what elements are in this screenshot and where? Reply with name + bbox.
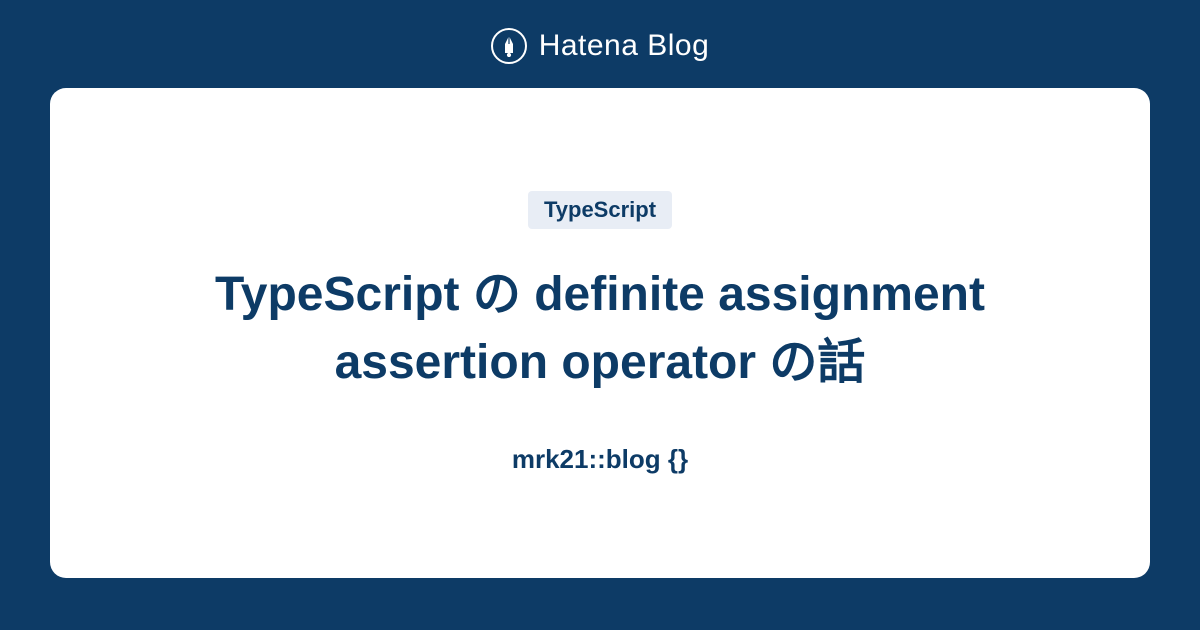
article-title: TypeScript の definite assignment asserti…: [150, 261, 1050, 395]
category-tag: TypeScript: [528, 191, 672, 229]
hatena-pen-icon: [491, 28, 527, 64]
header: Hatena Blog: [491, 0, 710, 88]
brand-text: Hatena Blog: [539, 29, 710, 63]
content-card: TypeScript TypeScript の definite assignm…: [50, 88, 1150, 578]
blog-author: mrk21::blog {}: [512, 444, 688, 475]
